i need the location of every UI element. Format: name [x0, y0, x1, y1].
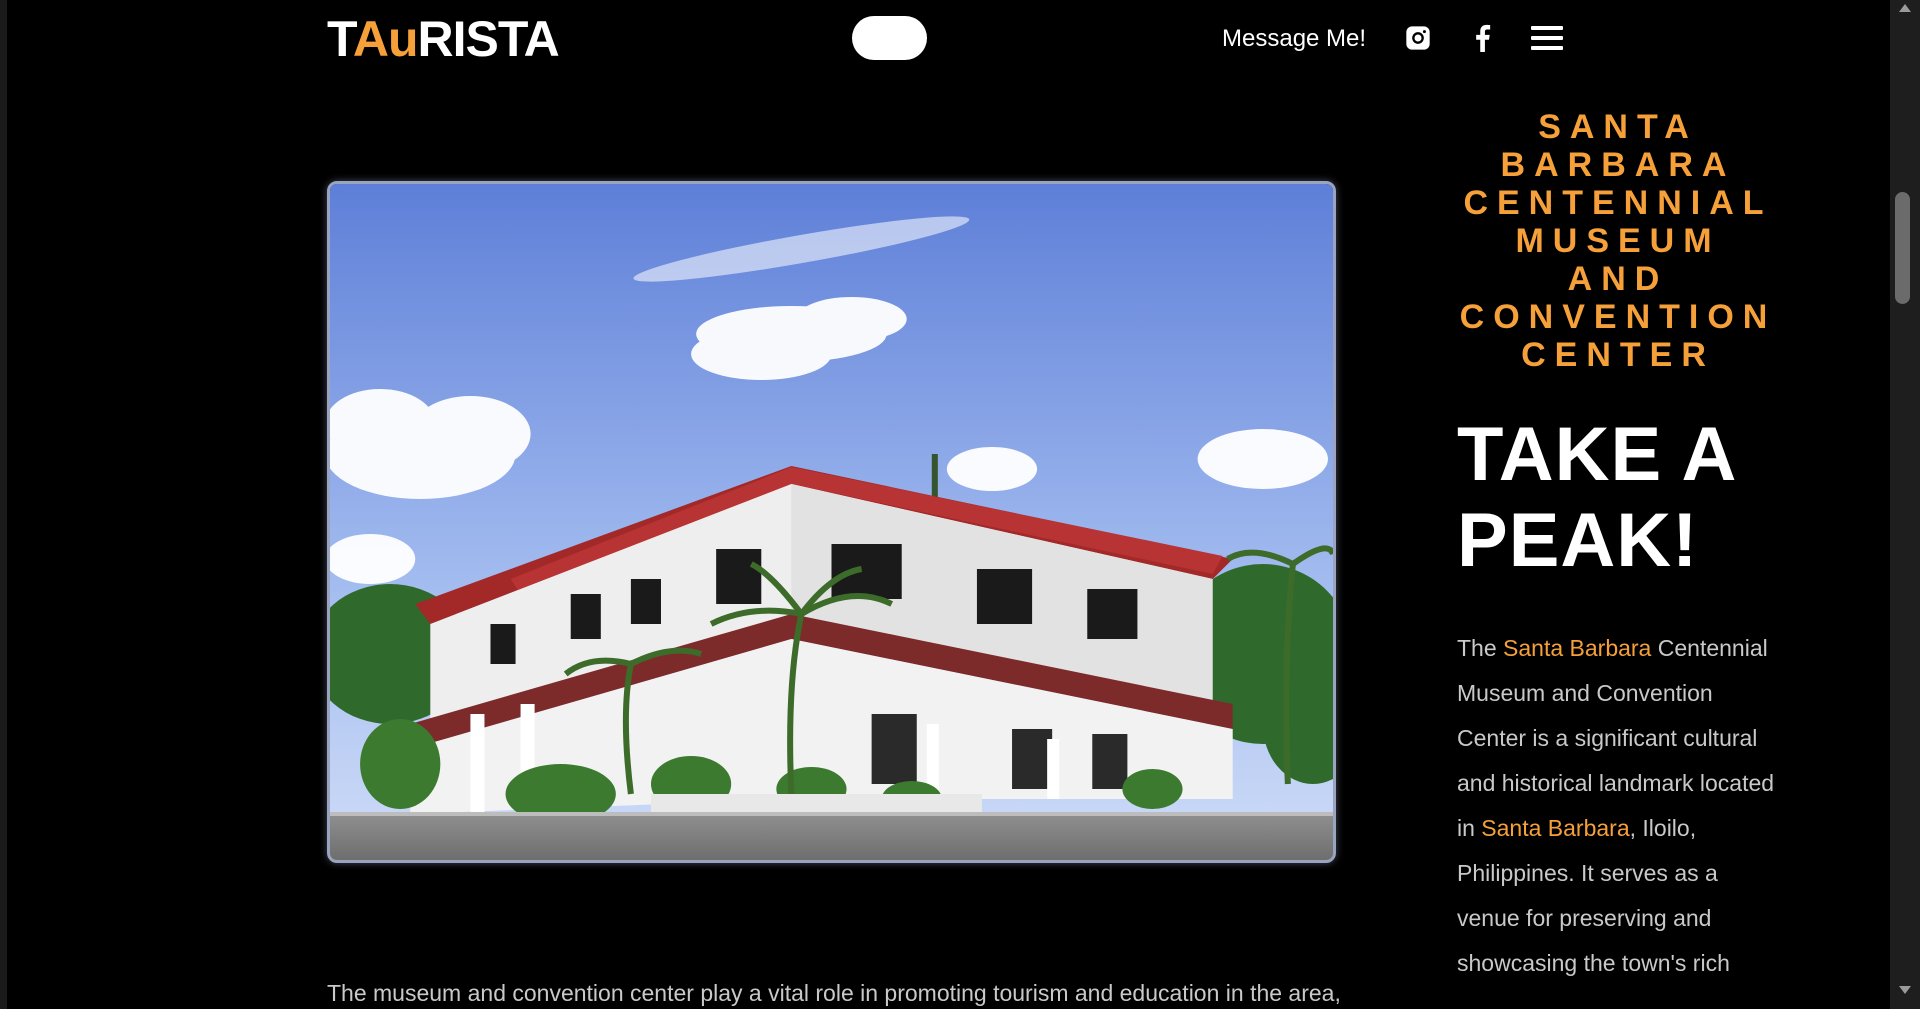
- menu-icon[interactable]: [1529, 20, 1565, 56]
- desc-text: Centennial Museum and Convention Center …: [1457, 635, 1775, 841]
- body-paragraph: The museum and convention center play a …: [327, 980, 1341, 1006]
- logo-suffix: RISTA: [417, 11, 560, 67]
- vertical-scrollbar[interactable]: [1890, 0, 1920, 1009]
- desc-highlight: Santa Barbara: [1481, 815, 1630, 841]
- page: TAuRISTA Message Me! The museum and conv…: [0, 0, 1890, 1009]
- info-column: SANTA BARBARA CENTENNIAL MUSEUM AND CONV…: [1457, 108, 1779, 986]
- logo-prefix: T: [327, 11, 354, 67]
- cta-heading: TAKE A PEAK!: [1457, 412, 1735, 583]
- facebook-icon[interactable]: [1464, 20, 1500, 56]
- window-edge: [0, 0, 7, 1009]
- logo-accent: Au: [352, 11, 419, 67]
- scroll-up-arrow-icon[interactable]: [1899, 4, 1911, 12]
- scroll-down-arrow-icon[interactable]: [1899, 986, 1911, 994]
- desc-highlight: Santa Barbara: [1503, 635, 1652, 661]
- museum-building-photo: [327, 181, 1336, 863]
- site-header: TAuRISTA Message Me!: [0, 0, 1890, 78]
- desc-text: The: [1457, 635, 1504, 661]
- scrollbar-thumb[interactable]: [1895, 192, 1910, 304]
- instagram-icon[interactable]: [1400, 20, 1436, 56]
- place-description: The Santa Barbara Centennial Museum and …: [1457, 626, 1779, 986]
- site-logo[interactable]: TAuRISTA: [327, 10, 560, 68]
- place-title: SANTA BARBARA CENTENNIAL MUSEUM AND CONV…: [1459, 108, 1777, 374]
- message-me-link[interactable]: Message Me!: [1222, 25, 1366, 53]
- theme-toggle[interactable]: [852, 16, 927, 60]
